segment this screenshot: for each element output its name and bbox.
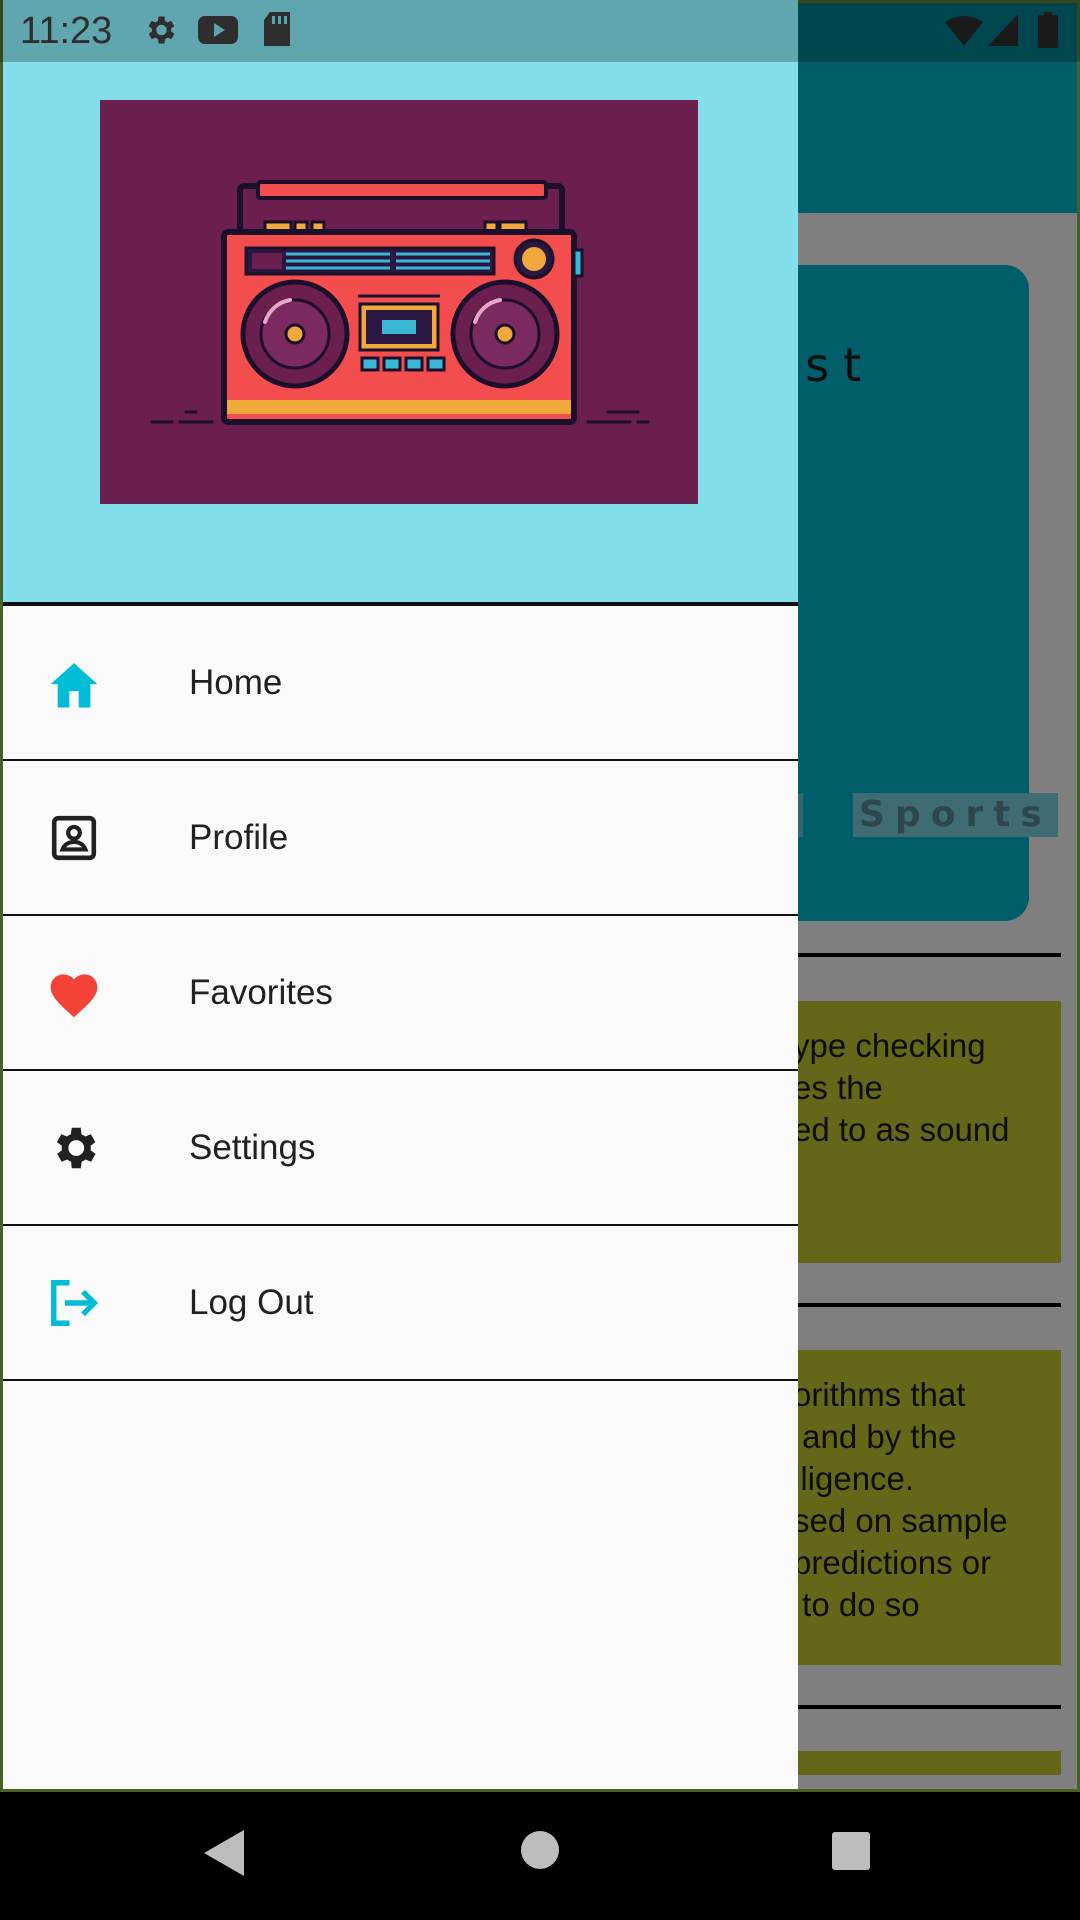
menu-item-profile[interactable]: Profile	[3, 761, 798, 916]
contact-icon	[46, 810, 102, 866]
menu-item-label: Home	[189, 662, 283, 702]
menu-item-settings[interactable]: Settings	[3, 1071, 798, 1226]
navigation-drawer: Home Profile Favorites Settings Log Out	[3, 0, 798, 1789]
gear-icon	[46, 1120, 102, 1176]
heart-icon	[46, 965, 102, 1021]
menu-item-logout[interactable]: Log Out	[3, 1226, 798, 1381]
menu-item-label: Log Out	[189, 1282, 314, 1322]
status-time: 11:23	[20, 10, 113, 52]
menu-item-label: Profile	[189, 817, 289, 857]
sd-card-icon	[262, 12, 292, 53]
youtube-icon	[198, 14, 238, 51]
logout-icon	[46, 1275, 102, 1331]
back-button[interactable]	[204, 1830, 244, 1881]
menu-item-label: Favorites	[189, 972, 333, 1012]
boombox-illustration	[100, 100, 698, 504]
menu-item-favorites[interactable]: Favorites	[3, 916, 798, 1071]
drawer-header	[3, 0, 798, 606]
drawer-menu: Home Profile Favorites Settings Log Out	[3, 606, 798, 1381]
battery-icon	[1038, 12, 1058, 53]
menu-item-label: Settings	[189, 1127, 316, 1167]
menu-item-home[interactable]: Home	[3, 606, 798, 761]
home-icon	[46, 655, 102, 711]
home-button[interactable]	[520, 1830, 560, 1875]
settings-icon	[142, 12, 178, 53]
recents-button[interactable]	[832, 1832, 870, 1875]
cell-signal-icon	[988, 14, 1018, 51]
status-bar: 11:23	[0, 0, 1080, 62]
system-nav-bar	[0, 1792, 1080, 1920]
wifi-icon	[945, 16, 983, 51]
